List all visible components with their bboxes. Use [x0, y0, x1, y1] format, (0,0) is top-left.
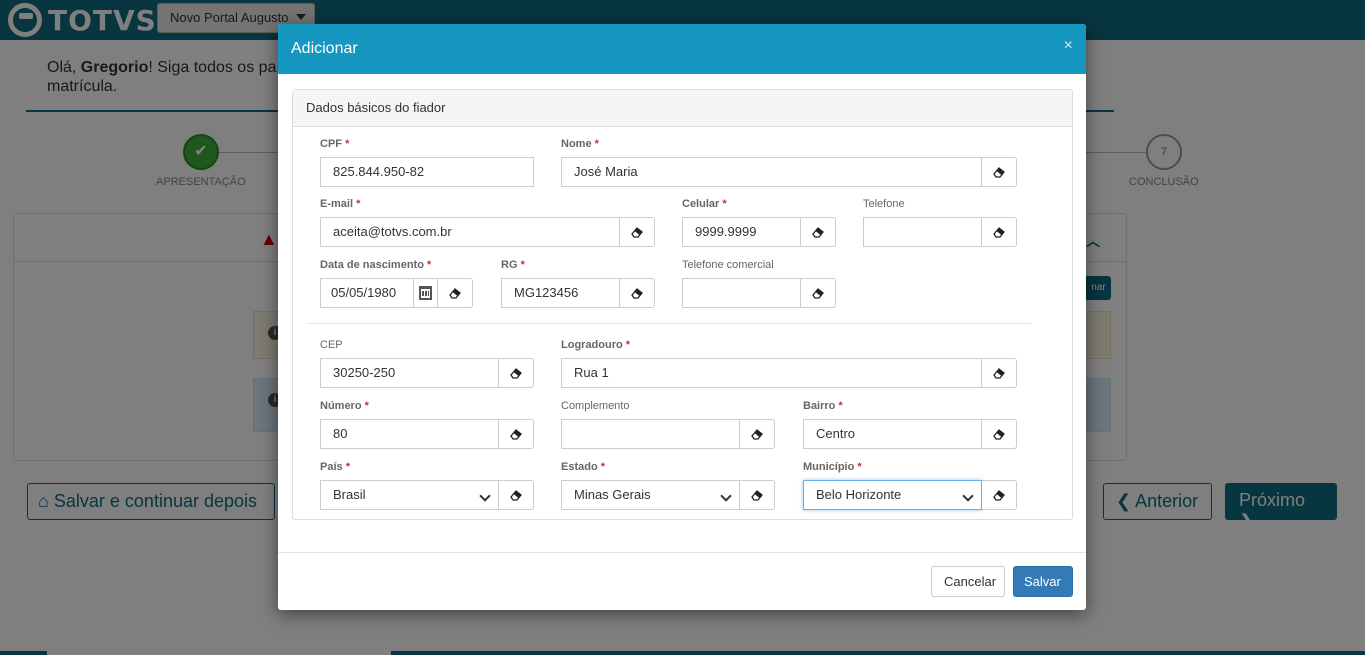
save-button[interactable]: Salvar — [1013, 566, 1073, 597]
cpf-input[interactable]: 825.844.950-82 — [320, 157, 534, 187]
cep-label: CEP — [320, 339, 343, 351]
telefone-label: Telefone — [863, 198, 905, 210]
eraser-icon — [510, 429, 522, 440]
rg-label: RG * — [501, 259, 525, 271]
chevron-down-icon — [720, 490, 732, 502]
cpf-label: CPF * — [320, 138, 350, 150]
nascimento-input[interactable]: 05/05/1980 — [320, 278, 414, 308]
complemento-input[interactable] — [561, 419, 740, 449]
telefone-comercial-label: Telefone comercial — [682, 259, 774, 271]
numero-input[interactable]: 80 — [320, 419, 499, 449]
pais-select-value: Brasil — [333, 487, 366, 502]
calendar-icon — [419, 286, 432, 300]
nascimento-label: Data de nascimento * — [320, 259, 432, 271]
eraser-icon — [751, 429, 763, 440]
modal-backdrop[interactable] — [0, 615, 1365, 655]
municipio-select-value: Belo Horizonte — [816, 487, 902, 502]
modal-header: Adicionar × — [278, 24, 1086, 74]
guarantor-basic-data: Dados básicos do fiador CPF * 825.844.95… — [292, 89, 1073, 520]
telefone-comercial-input[interactable] — [682, 278, 801, 308]
cancel-button[interactable]: Cancelar — [931, 566, 1005, 597]
clear-rg-button[interactable] — [620, 278, 655, 308]
chevron-down-icon — [962, 490, 974, 502]
modal-footer-divider — [278, 552, 1086, 553]
celular-label: Celular * — [682, 198, 727, 210]
add-guarantor-modal: Adicionar × Dados básicos do fiador CPF … — [278, 24, 1086, 610]
clear-pais-button[interactable] — [499, 480, 534, 510]
logradouro-label: Logradouro * — [561, 339, 631, 351]
clear-nascimento-button[interactable] — [438, 278, 473, 308]
estado-label: Estado * — [561, 461, 606, 473]
eraser-icon — [812, 227, 824, 238]
modal-title: Adicionar — [291, 40, 358, 57]
eraser-icon — [510, 490, 522, 501]
nome-input[interactable]: José Maria — [561, 157, 982, 187]
eraser-icon — [993, 368, 1005, 379]
clear-email-button[interactable] — [620, 217, 655, 247]
email-label: E-mail * — [320, 198, 361, 210]
clear-municipio-button[interactable] — [982, 480, 1017, 510]
clear-logradouro-button[interactable] — [982, 358, 1017, 388]
clear-nome-button[interactable] — [982, 157, 1017, 187]
logradouro-input[interactable]: Rua 1 — [561, 358, 982, 388]
section-title: Dados básicos do fiador — [293, 90, 1072, 127]
eraser-icon — [993, 227, 1005, 238]
chevron-down-icon — [479, 490, 491, 502]
close-icon[interactable]: × — [1064, 37, 1073, 55]
estado-select-value: Minas Gerais — [574, 487, 651, 502]
clear-complemento-button[interactable] — [740, 419, 775, 449]
eraser-icon — [631, 227, 643, 238]
pais-label: País * — [320, 461, 350, 473]
rg-input[interactable]: MG123456 — [501, 278, 620, 308]
clear-telefone-button[interactable] — [982, 217, 1017, 247]
eraser-icon — [993, 167, 1005, 178]
eraser-icon — [631, 288, 643, 299]
clear-celular-button[interactable] — [801, 217, 836, 247]
complemento-label: Complemento — [561, 400, 630, 412]
cep-input[interactable]: 30250-250 — [320, 358, 499, 388]
eraser-icon — [449, 288, 461, 299]
municipio-label: Município * — [803, 461, 862, 473]
clear-cep-button[interactable] — [499, 358, 534, 388]
clear-estado-button[interactable] — [740, 480, 775, 510]
numero-label: Número * — [320, 400, 369, 412]
nome-label: Nome * — [561, 138, 599, 150]
pais-select[interactable]: Brasil — [320, 480, 499, 510]
eraser-icon — [993, 429, 1005, 440]
bairro-input[interactable]: Centro — [803, 419, 982, 449]
calendar-button[interactable] — [414, 278, 438, 308]
eraser-icon — [812, 288, 824, 299]
eraser-icon — [510, 368, 522, 379]
telefone-input[interactable] — [863, 217, 982, 247]
bairro-label: Bairro * — [803, 400, 843, 412]
clear-bairro-button[interactable] — [982, 419, 1017, 449]
estado-select[interactable]: Minas Gerais — [561, 480, 740, 510]
celular-input[interactable]: 9999.9999 — [682, 217, 801, 247]
clear-numero-button[interactable] — [499, 419, 534, 449]
email-input[interactable]: aceita@totvs.com.br — [320, 217, 620, 247]
municipio-select[interactable]: Belo Horizonte — [803, 480, 982, 510]
eraser-icon — [751, 490, 763, 501]
divider — [307, 323, 1031, 324]
eraser-icon — [993, 490, 1005, 501]
clear-telefone-comercial-button[interactable] — [801, 278, 836, 308]
